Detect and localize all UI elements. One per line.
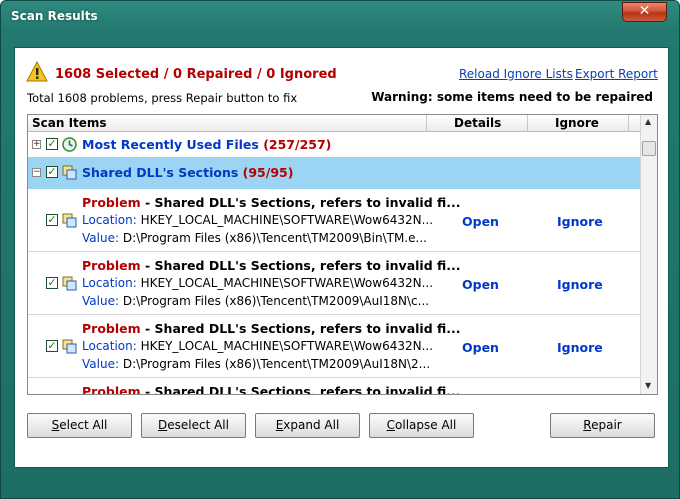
select-all-button[interactable]: Select All	[27, 413, 132, 438]
button-label: ollapse All	[395, 418, 457, 432]
scan-summary: 1608 Selected / 0 Repaired / 0 Ignored	[55, 67, 337, 82]
location-key: Location:	[82, 213, 137, 227]
collapse-all-button[interactable]: Collapse All	[369, 413, 474, 438]
scan-items-grid: Scan Items Details Ignore + ✓ Most Recen…	[27, 114, 658, 395]
expand-toggle[interactable]: +	[32, 140, 41, 149]
problem-text: Problem - Shared DLL's Sections, refers …	[82, 384, 461, 395]
problem-prefix: Problem	[82, 384, 141, 395]
column-scan-items[interactable]: Scan Items	[32, 116, 107, 130]
deselect-all-button[interactable]: Deselect All	[141, 413, 246, 438]
location-line: Location: HKEY_LOCAL_MACHINE\SOFTWARE\Wo…	[82, 213, 433, 227]
problem-checkbox[interactable]: ✓	[46, 277, 58, 289]
problem-prefix: Problem	[82, 258, 141, 273]
group-label: Shared DLL's Sections (95/95)	[82, 165, 293, 180]
value-key: Value:	[82, 294, 119, 308]
problem-prefix: Problem	[82, 321, 141, 336]
ignore-link[interactable]: Ignore	[557, 277, 603, 292]
button-label: epair	[591, 418, 622, 432]
problem-text: Problem - Shared DLL's Sections, refers …	[82, 258, 461, 273]
value-key: Value:	[82, 357, 119, 371]
scroll-thumb[interactable]	[642, 141, 656, 156]
location-value: HKEY_LOCAL_MACHINE\SOFTWARE\Wow6432N...	[140, 213, 434, 227]
export-report-link[interactable]: Export Report	[575, 67, 658, 81]
scroll-down-icon[interactable]: ▼	[645, 381, 651, 390]
expand-all-button[interactable]: Expand All	[255, 413, 360, 438]
column-header: Scan Items Details Ignore	[28, 115, 640, 132]
scan-results-window: Scan Results ✕ 1608 Selected / 0 Repaire…	[0, 0, 680, 499]
problem-description: - Shared DLL's Sections, refers to inval…	[140, 195, 461, 210]
registry-icon	[62, 165, 77, 180]
scroll-up-icon[interactable]: ▲	[645, 117, 651, 126]
reload-ignore-lists-link[interactable]: Reload Ignore Lists	[459, 67, 573, 81]
open-link[interactable]: Open	[462, 214, 499, 229]
problem-row[interactable]: ✓ Problem - Shared DLL's Sections, refer…	[28, 252, 640, 315]
value-path: D:\Program Files (x86)\Tencent\TM2009\Au…	[122, 357, 431, 371]
group-row-shared-dll[interactable]: − ✓ Shared DLL's Sections (95/95)	[28, 157, 640, 189]
problem-description: - Shared DLL's Sections, refers to inval…	[140, 321, 461, 336]
location-value: HKEY_LOCAL_MACHINE\SOFTWARE\Wow6432N...	[140, 339, 434, 353]
problem-text: Problem - Shared DLL's Sections, refers …	[82, 321, 461, 336]
group-row-recent-files[interactable]: + ✓ Most Recently Used Files (257/257)	[28, 133, 640, 157]
registry-icon	[62, 339, 77, 354]
group-checkbox[interactable]: ✓	[46, 166, 58, 178]
location-value: HKEY_LOCAL_MACHINE\SOFTWARE\Wow6432N...	[140, 276, 434, 290]
vertical-scrollbar[interactable]: ▲ ▼	[640, 115, 657, 394]
column-divider[interactable]	[527, 115, 528, 132]
registry-icon	[62, 276, 77, 291]
repair-warning: Warning: some items need to be repaired	[371, 90, 653, 104]
problem-text: Problem - Shared DLL's Sections, refers …	[82, 195, 461, 210]
problem-description: - Shared DLL's Sections, refers to inval…	[140, 384, 461, 395]
window-title: Scan Results	[11, 9, 98, 23]
column-ignore[interactable]: Ignore	[555, 116, 599, 130]
problem-row[interactable]: ✓ Problem - Shared DLL's Sections, refer…	[28, 315, 640, 378]
repair-button[interactable]: Repair	[550, 413, 655, 438]
dialog-body: 1608 Selected / 0 Repaired / 0 Ignored R…	[14, 47, 669, 468]
group-label: Most Recently Used Files (257/257)	[82, 137, 331, 152]
value-path: D:\Program Files (x86)\Tencent\TM2009\Au…	[122, 294, 430, 308]
problems-subtitle: Total 1608 problems, press Repair button…	[27, 91, 298, 105]
accesskey: C	[386, 418, 396, 432]
open-link[interactable]: Open	[462, 277, 499, 292]
problem-checkbox[interactable]: ✓	[46, 214, 58, 226]
column-details[interactable]: Details	[454, 116, 501, 130]
group-title: Shared DLL's Sections	[82, 165, 239, 180]
button-label: eselect All	[167, 418, 229, 432]
location-line: Location: HKEY_LOCAL_MACHINE\SOFTWARE\Wo…	[82, 339, 433, 353]
location-key: Location:	[82, 339, 137, 353]
ignore-link[interactable]: Ignore	[557, 340, 603, 355]
button-label: xpand All	[283, 418, 340, 432]
value-line: Value: D:\Program Files (x86)\Tencent\TM…	[82, 357, 430, 371]
column-divider[interactable]	[628, 115, 629, 132]
ignore-link[interactable]: Ignore	[557, 214, 603, 229]
problem-prefix: Problem	[82, 195, 141, 210]
problem-row[interactable]: Problem - Shared DLL's Sections, refers …	[28, 378, 640, 395]
problem-description: - Shared DLL's Sections, refers to inval…	[140, 258, 461, 273]
registry-icon	[62, 213, 77, 228]
open-link[interactable]: Open	[462, 340, 499, 355]
value-line: Value: D:\Program Files (x86)\Tencent\TM…	[82, 231, 427, 245]
problem-row[interactable]: ✓ Problem - Shared DLL's Sections, refer…	[28, 189, 640, 252]
title-bar[interactable]: Scan Results ✕	[1, 1, 679, 33]
button-label: elect All	[59, 418, 108, 432]
group-count: (257/257)	[263, 137, 332, 152]
group-title: Most Recently Used Files	[82, 137, 259, 152]
value-line: Value: D:\Program Files (x86)\Tencent\TM…	[82, 294, 429, 308]
location-key: Location:	[82, 276, 137, 290]
value-key: Value:	[82, 231, 119, 245]
accesskey: R	[583, 418, 592, 432]
collapse-toggle[interactable]: −	[32, 168, 41, 177]
problem-checkbox[interactable]: ✓	[46, 340, 58, 352]
value-path: D:\Program Files (x86)\Tencent\TM2009\Bi…	[122, 231, 427, 245]
accesskey: D	[158, 418, 168, 432]
warning-triangle-icon	[26, 61, 48, 82]
group-count: (95/95)	[242, 165, 294, 180]
recent-files-icon	[62, 137, 77, 152]
column-divider[interactable]	[426, 115, 427, 132]
group-checkbox[interactable]: ✓	[46, 138, 58, 150]
close-button[interactable]: ✕	[622, 2, 667, 22]
location-line: Location: HKEY_LOCAL_MACHINE\SOFTWARE\Wo…	[82, 276, 433, 290]
